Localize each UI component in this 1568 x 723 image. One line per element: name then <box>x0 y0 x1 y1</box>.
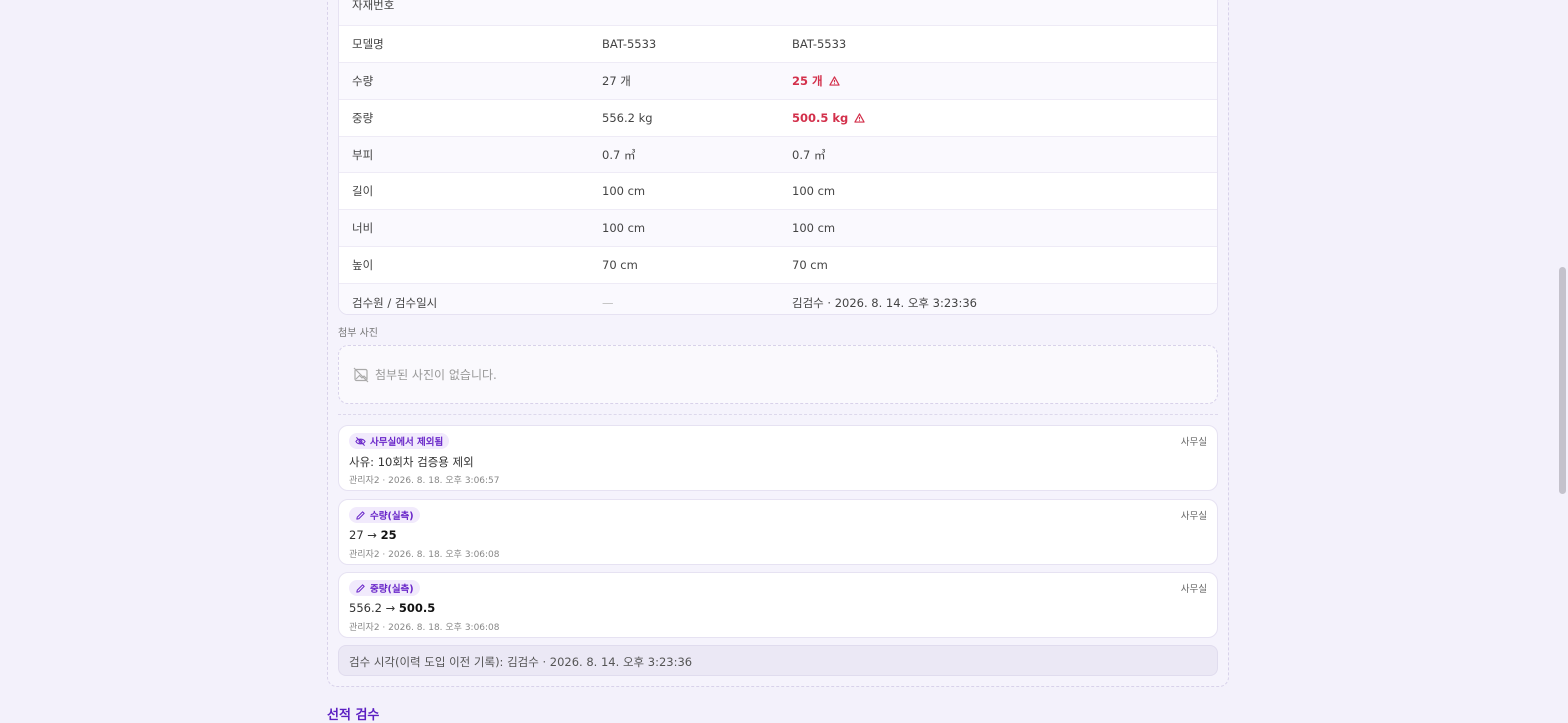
table-row: 검수원 / 검수일시 — 김검수 · 2026. 8. 14. 오후 3:23:… <box>339 284 1217 314</box>
no-photo-box: 첨부된 사진이 없습니다. <box>338 345 1218 404</box>
row-label: 자재번호 <box>352 0 395 12</box>
scrollbar[interactable] <box>1557 0 1568 714</box>
history-meta: 관리자2 · 2026. 8. 18. 오후 3:06:08 <box>349 550 500 560</box>
history-badge: 수량(실측) <box>349 507 420 523</box>
legacy-inspection-note: 검수 시각(이력 도입 이전 기록): 김검수 · 2026. 8. 14. 오… <box>338 645 1218 676</box>
row-after: 김검수 · 2026. 8. 14. 오후 3:23:36 <box>792 295 978 310</box>
row-after-warning: 25 개 <box>792 73 840 89</box>
pencil-icon <box>356 583 365 593</box>
table-row: 모델명 BAT-5533 BAT-5533 <box>339 26 1217 63</box>
row-after: 100 cm <box>792 221 836 236</box>
history-location: 사무실 <box>1180 511 1207 522</box>
row-before: — <box>602 295 614 310</box>
history-badge: 중량(실측) <box>349 580 420 596</box>
history-badge: 사무실에서 제외됨 <box>349 433 450 449</box>
history-change: 556.2 → 500.5 <box>349 601 436 615</box>
row-label: 높이 <box>352 258 374 273</box>
table-row: 높이 70 cm 70 cm <box>339 247 1217 285</box>
row-before: 27 개 <box>602 73 631 88</box>
row-label: 길이 <box>352 184 374 199</box>
row-label: 모델명 <box>352 36 384 51</box>
table-row: 너비 100 cm 100 cm <box>339 210 1217 248</box>
history-meta: 관리자2 · 2026. 8. 18. 오후 3:06:08 <box>349 623 500 633</box>
row-before: 556.2 kg <box>602 110 653 125</box>
row-after: 70 cm <box>792 258 828 273</box>
section-divider <box>338 414 1218 415</box>
row-before: 70 cm <box>602 258 638 273</box>
no-photo-text: 첨부된 사진이 없습니다. <box>375 368 497 382</box>
table-row: 자재번호 <box>339 0 1217 26</box>
history-meta: 관리자2 · 2026. 8. 18. 오후 3:06:57 <box>349 476 500 486</box>
row-before: 100 cm <box>602 184 646 199</box>
pencil-icon <box>356 510 365 520</box>
table-row: 길이 100 cm 100 cm <box>339 173 1217 211</box>
photos-section-label: 첨부 사진 <box>338 328 378 339</box>
row-label: 수량 <box>352 73 374 88</box>
history-item: 중량(실측) 사무실 556.2 → 500.5 관리자2 · 2026. 8.… <box>338 572 1218 638</box>
table-row: 중량 556.2 kg 500.5 kg <box>339 100 1217 137</box>
warning-triangle-icon <box>854 112 865 123</box>
row-label: 중량 <box>352 110 374 125</box>
row-after: BAT-5533 <box>792 36 847 51</box>
comparison-table: 자재번호 모델명 BAT-5533 BAT-5533 수량 27 개 25 개 … <box>338 0 1218 315</box>
no-image-icon <box>353 367 369 383</box>
scrollbar-thumb[interactable] <box>1559 267 1566 494</box>
history-location: 사무실 <box>1180 584 1207 595</box>
row-after: 100 cm <box>792 184 836 199</box>
row-after-warning: 500.5 kg <box>792 111 865 125</box>
history-item: 수량(실측) 사무실 27 → 25 관리자2 · 2026. 8. 18. 오… <box>338 499 1218 565</box>
row-label: 부피 <box>352 147 374 162</box>
history-reason: 사유: 10회차 검증용 제외 <box>349 455 474 469</box>
table-row: 부피 0.7 ㎥ 0.7 ㎥ <box>339 136 1217 174</box>
history-location: 사무실 <box>1180 437 1207 448</box>
history-item: 사무실에서 제외됨 사무실 사유: 10회차 검증용 제외 관리자2 · 202… <box>338 425 1218 491</box>
warning-triangle-icon <box>828 76 840 86</box>
row-after: 0.7 ㎥ <box>792 147 826 162</box>
row-label: 너비 <box>352 221 374 236</box>
row-label: 검수원 / 검수일시 <box>352 295 438 310</box>
row-before: 100 cm <box>602 221 646 236</box>
row-before: BAT-5533 <box>602 36 657 51</box>
history-change: 27 → 25 <box>349 528 397 542</box>
eye-off-icon <box>355 436 366 446</box>
table-row: 수량 27 개 25 개 <box>339 62 1217 100</box>
row-before: 0.7 ㎥ <box>602 147 636 162</box>
